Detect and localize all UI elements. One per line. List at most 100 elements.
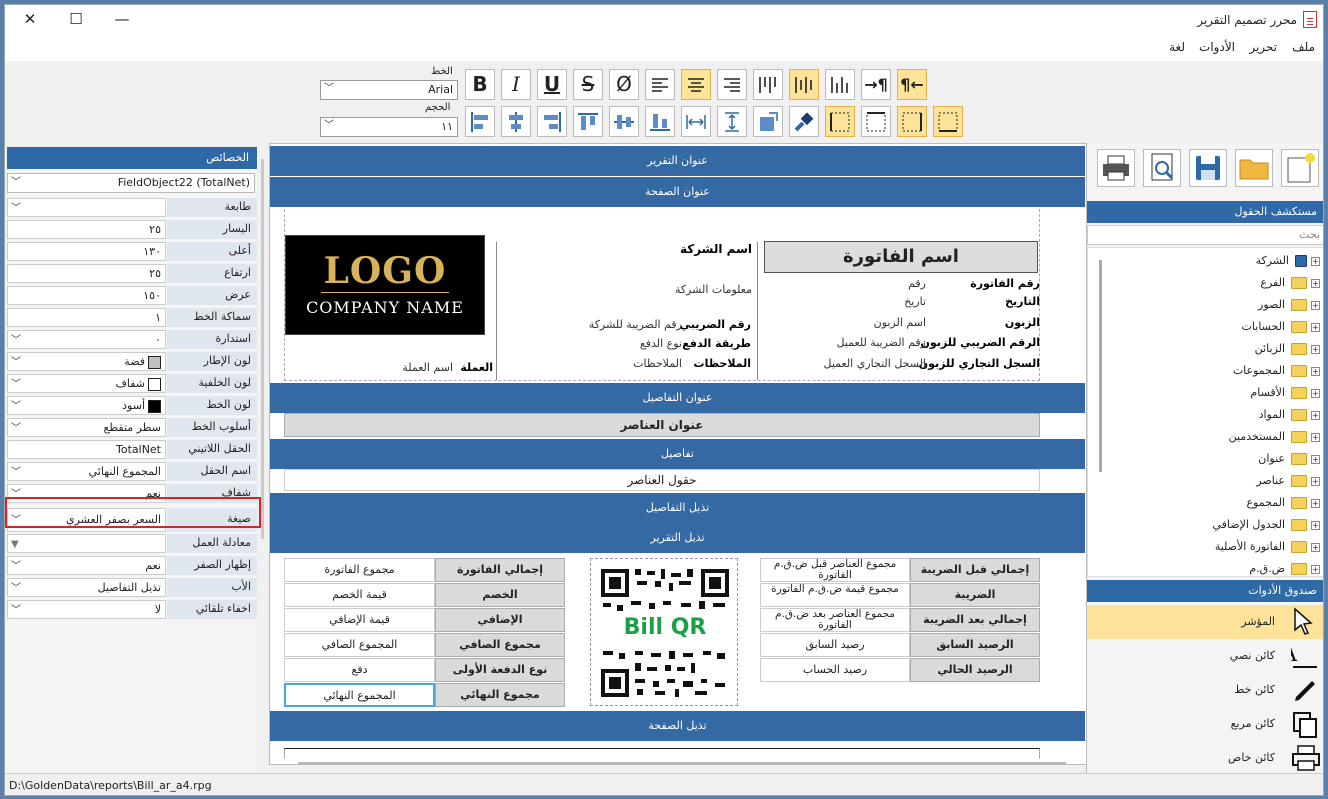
company-value[interactable]: الملاحظات [633,357,682,370]
band-page-title[interactable]: عنوان الصفحة [270,177,1085,207]
property-value[interactable]: TotalNet [7,440,166,459]
total-value[interactable]: مجموع العناصر بعد ض.ق.م الفاتورة [760,608,910,632]
property-value[interactable]: نعم ﹀ [7,556,166,575]
ltr-button[interactable]: →¶ [861,69,891,100]
property-row[interactable]: ٢٥ اليسار [7,219,257,239]
align-objects-right-button[interactable] [537,106,567,137]
align-objects-left-button[interactable] [465,106,495,137]
same-width-button[interactable] [681,106,711,137]
tree-item[interactable]: + المستخدمين [1229,426,1320,448]
expand-icon[interactable]: + [1311,388,1320,398]
border-right-button[interactable] [897,106,927,137]
company-logo[interactable]: LOGO COMPANY NAME [285,235,485,335]
invoice-value[interactable]: رقم الضريبة للعميل [837,336,927,349]
property-value[interactable]: المجموع النهائي ﹀ [7,462,166,481]
strikeout-button[interactable]: S [573,69,603,100]
expand-icon[interactable]: + [1311,256,1320,266]
props-scrollbar[interactable] [261,159,264,539]
bold-button[interactable]: B [465,69,495,100]
no-style-button[interactable]: Ø [609,69,639,100]
property-value[interactable]: ١٥٠ [7,286,166,305]
property-row[interactable]: ٠ ﹀ استدارة [7,329,257,349]
property-row[interactable]: فضة ﹀ لون الإطار [7,351,257,371]
property-value[interactable]: لا ﹀ [7,600,166,619]
menu-edit[interactable]: تحرير [1249,40,1277,54]
items-fields-field[interactable]: حقول العناصر [284,469,1040,491]
qr-code[interactable]: Bill QR [590,558,738,706]
property-row[interactable]: ﹀ طابعة [7,197,257,217]
property-value[interactable]: شفاف ﹀ [7,374,166,393]
property-row[interactable]: ٢٥ ارتفاع [7,263,257,283]
new-button[interactable] [1281,149,1319,187]
invoice-name-field[interactable]: اسم الفاتورة [764,241,1038,273]
band-page-footer[interactable]: تذيل الصفحة [270,711,1085,741]
expand-icon[interactable]: + [1311,564,1320,574]
canvas-hscrollbar[interactable] [298,762,1066,764]
expand-icon[interactable]: + [1311,542,1320,552]
invoice-value[interactable]: تاريخ [904,295,926,308]
property-value[interactable]: ٠ ﹀ [7,330,166,349]
open-button[interactable] [1235,149,1273,187]
valign-bottom-button[interactable] [825,69,855,100]
property-row[interactable]: ١٣٠ أعلى [7,241,257,261]
company-label[interactable]: طريقة الدفع [682,337,751,350]
maximize-button[interactable]: ☐ [53,5,99,35]
tool-item[interactable]: كائن مربع [1087,707,1323,741]
tree-item[interactable]: + الصور [1258,294,1320,316]
tree-item[interactable]: + الحسابات [1242,316,1320,338]
total-label[interactable]: الضريبة [910,583,1040,607]
currency-value[interactable]: اسم العملة [402,361,453,374]
report-canvas[interactable]: عنوان التقرير عنوان الصفحة LOGO COMPANY … [269,143,1087,765]
property-row[interactable]: المجموع النهائي ﹀ اسم الحقل [7,461,257,481]
property-row[interactable]: أسود ﹀ لون الخط [7,395,257,415]
property-value[interactable]: أسود ﹀ [7,396,166,415]
total-label[interactable]: إجمالي قبل الضريبة [910,558,1040,582]
total-label[interactable]: إجمالي الفاتورة [435,558,565,582]
preview-button[interactable] [1143,149,1181,187]
property-value[interactable]: سطر متقطع ﹀ [7,418,166,437]
format-painter-button[interactable] [789,106,819,137]
formula-expand-icon[interactable]: ▼ [11,536,19,552]
tree-item[interactable]: + المواد [1259,404,1320,426]
expand-icon[interactable]: + [1311,278,1320,288]
border-bottom-button[interactable] [933,106,963,137]
expand-icon[interactable]: + [1311,322,1320,332]
property-value[interactable]: ٢٥ [7,220,166,239]
invoice-label[interactable]: رقم الفاتورة [970,277,1040,290]
tree-item[interactable]: + المجموعات [1233,360,1320,382]
italic-button[interactable]: I [501,69,531,100]
tool-item[interactable]: المؤشر [1087,605,1323,639]
save-button[interactable] [1189,149,1227,187]
size-combo[interactable]: ﹀ ١١ [320,117,458,137]
band-details-title[interactable]: عنوان التفاصيل [270,383,1085,413]
expand-icon[interactable]: + [1311,366,1320,376]
total-value[interactable]: مجموع الفاتورة [284,558,435,582]
expand-icon[interactable]: + [1311,432,1320,442]
total-label[interactable]: الرصيد السابق [910,633,1040,657]
total-value[interactable]: المجموع الصافي [284,633,435,657]
selected-field[interactable]: المجموع النهائي [284,683,435,707]
tool-item[interactable]: كائن نصي A [1087,639,1323,673]
property-row[interactable]: ١ سماكة الخط [7,307,257,327]
total-value[interactable]: قيمة الإضافي [284,608,435,632]
property-value[interactable]: تذيل التفاصيل ﹀ [7,578,166,597]
expand-icon[interactable]: + [1311,300,1320,310]
same-height-button[interactable] [717,106,747,137]
invoice-label[interactable]: الزبون [1005,316,1040,329]
total-label[interactable]: مجموع النهائي [435,683,565,707]
invoice-value[interactable]: رقم [908,277,926,290]
fields-search-input[interactable]: بحث [1087,225,1323,245]
tree-item[interactable]: + عنوان [1258,448,1320,470]
align-right-button[interactable] [717,69,747,100]
expand-icon[interactable]: + [1311,454,1320,464]
minimize-button[interactable]: — [99,5,145,35]
company-value[interactable]: نوع الدفع [640,337,682,350]
menu-language[interactable]: لغة [1169,40,1185,54]
total-value[interactable]: قيمة الخصم [284,583,435,607]
property-value[interactable]: ٢٥ [7,264,166,283]
print-button[interactable] [1097,149,1135,187]
company-label[interactable]: رقم الضريبي [680,318,751,331]
property-value[interactable]: ▼ [7,534,166,553]
align-objects-middle-button[interactable] [609,106,639,137]
invoice-value[interactable]: اسم الزبون [874,316,926,329]
